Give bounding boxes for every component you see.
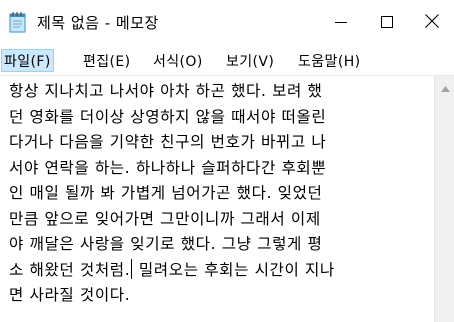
minimize-button[interactable]: [318, 0, 364, 45]
maximize-button[interactable]: [364, 0, 410, 45]
chevron-up-icon: [440, 77, 450, 96]
menu-bar: 파일(F) 편집(E) 서식(O) 보기(V) 도움말(H): [0, 45, 454, 75]
text-line: 다거나 다음을 기약한 친구의 번호가 바뀌고 나: [9, 133, 327, 151]
menu-edit[interactable]: 편집(E): [80, 49, 134, 72]
scroll-up-button[interactable]: [435, 76, 454, 96]
menu-help[interactable]: 도움말(H): [295, 49, 364, 72]
text-after-caret: 밀려오는 후회는 시간이 지나: [133, 260, 335, 279]
text-line: 인 매일 될까 봐 가볍게 넘어가곤 했다. 잊었던: [9, 184, 323, 202]
text-area[interactable]: 항상 지나치고 나서야 아차 하곤 했다. 보려 했 던 영화를 더이상 상영하…: [0, 76, 434, 322]
maximize-icon: [381, 13, 393, 32]
vertical-scrollbar[interactable]: [434, 76, 454, 322]
editor-pane: 항상 지나치고 나서야 아차 하곤 했다. 보려 했 던 영화를 더이상 상영하…: [0, 75, 454, 322]
title-bar[interactable]: 제목 없음 - 메모장: [0, 0, 454, 45]
menu-view[interactable]: 보기(V): [223, 49, 277, 72]
window-title: 제목 없음 - 메모장: [37, 14, 159, 32]
menu-format[interactable]: 서식(O): [150, 49, 206, 72]
minimize-icon: [335, 13, 347, 32]
close-icon: [424, 13, 439, 32]
text-line: 야 깨달은 사랑을 잊기로 했다. 그냥 그렇게 평: [9, 235, 323, 253]
text-line: 만큼 앞으로 잊어가면 그만이니까 그래서 이제: [9, 209, 321, 228]
text-line: 던 영화를 더이상 상영하지 않을 때서야 떠올린: [9, 107, 327, 126]
text-line: 서야 연락을 하는. 하나하나 슬퍼하다간 후회뿐: [9, 158, 327, 177]
notepad-icon: [9, 11, 27, 33]
text-line: 항상 지나치고 나서야 아차 하곤 했다. 보려 했: [9, 82, 323, 100]
menu-file[interactable]: 파일(F): [1, 49, 54, 72]
text-line: 면 사라질 것이다.: [9, 286, 131, 304]
text-before-caret: 소 해왔던 것처럼.: [9, 260, 131, 279]
notepad-window: 제목 없음 - 메모장 파일(F) 편집(E) 서식(O) 보기(V) 도움말(…: [0, 0, 454, 322]
text-line-with-caret: 소 해왔던 것처럼. 밀려오는 후회는 시간이 지나: [9, 258, 434, 284]
close-button[interactable]: [409, 0, 454, 45]
